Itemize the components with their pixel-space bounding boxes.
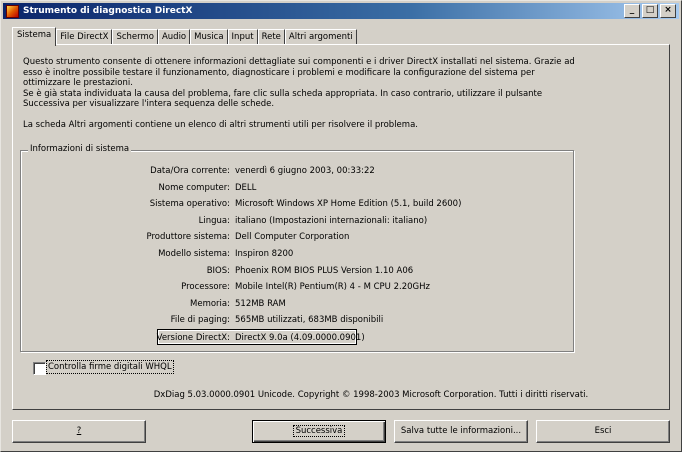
tab-altri-argomenti[interactable]: Altri argomenti <box>284 29 357 45</box>
tab-file-directx[interactable]: File DirectX <box>56 29 113 45</box>
whql-checkbox-label[interactable]: Controlla firme digitali WHQL <box>46 360 174 374</box>
next-button[interactable]: Successiva <box>252 420 386 443</box>
close-button[interactable]: × <box>660 4 676 18</box>
info-value: italiano (Impostazioni internazionali: i… <box>235 215 428 226</box>
info-value: Phoenix ROM BIOS PLUS Version 1.10 A06 <box>235 265 414 276</box>
intro-paragraph-3: La scheda Altri argomenti contiene un el… <box>23 119 418 130</box>
info-row: Processore: Mobile Intel(R) Pentium(R) 4… <box>0 281 682 293</box>
info-label: Produttore sistema: <box>146 232 230 243</box>
info-value: Mobile Intel(R) Pentium(R) 4 - M CPU 2.2… <box>235 282 430 293</box>
help-button[interactable]: ? <box>12 420 146 443</box>
info-label: Modello sistema: <box>158 249 230 259</box>
info-label: Lingua: <box>198 215 230 226</box>
save-all-button[interactable]: Salva tutte le informazioni... <box>394 420 528 443</box>
info-value: 512MB RAM <box>235 298 286 309</box>
info-value: venerdì 6 giugno 2003, 00:33:22 <box>235 166 375 176</box>
info-label: File di paging: <box>170 315 230 326</box>
system-info-group-label: Informazioni di sistema <box>28 144 132 154</box>
intro-paragraph-2: Se è già stata individuata la causa del … <box>23 88 543 110</box>
info-row: Memoria: 512MB RAM <box>0 298 682 310</box>
info-row: Modello sistema: Inspiron 8200 <box>0 248 682 260</box>
directx-icon <box>6 4 19 18</box>
info-label: Processore: <box>181 282 230 293</box>
title-bar[interactable]: Strumento di diagnostica DirectX _ □ × <box>3 3 679 19</box>
info-label: Data/Ora corrente: <box>150 166 230 176</box>
info-row-directx-version: Versione DirectX: DirectX 9.0a (4.09.000… <box>0 329 682 345</box>
intro-paragraph-1: Questo strumento consente di ottenere in… <box>23 57 575 88</box>
info-value: Dell Computer Corporation <box>235 232 350 243</box>
info-label: Memoria: <box>190 298 230 309</box>
info-label: Sistema operativo: <box>149 199 230 210</box>
tab-strip: Sistema File DirectX Schermo Audio Music… <box>12 27 357 46</box>
window-title: Strumento di diagnostica DirectX <box>23 6 193 16</box>
info-value: 565MB utilizzati, 683MB disponibili <box>235 315 384 326</box>
intro-text: Questo strumento consente di ottenere in… <box>23 57 583 130</box>
tab-schermo[interactable]: Schermo <box>112 29 158 45</box>
tab-rete[interactable]: Rete <box>257 29 285 45</box>
tab-sistema[interactable]: Sistema <box>12 27 57 46</box>
whql-checkbox[interactable] <box>33 362 46 375</box>
info-label: Versione DirectX: <box>156 333 230 343</box>
info-row: Data/Ora corrente: venerdì 6 giugno 2003… <box>0 165 682 177</box>
info-value: Inspiron 8200 <box>235 249 294 259</box>
tab-audio[interactable]: Audio <box>157 29 191 45</box>
info-row: Lingua: italiano (Impostazioni internazi… <box>0 215 682 227</box>
info-value: Microsoft Windows XP Home Edition (5.1, … <box>235 199 462 210</box>
maximize-button[interactable]: □ <box>642 4 658 18</box>
info-row: File di paging: 565MB utilizzati, 683MB … <box>0 314 682 326</box>
info-value: DELL <box>235 182 257 193</box>
info-row: BIOS: Phoenix ROM BIOS PLUS Version 1.10… <box>0 265 682 277</box>
info-row: Sistema operativo: Microsoft Windows XP … <box>0 198 682 210</box>
info-row: Nome computer: DELL <box>0 182 682 194</box>
info-value: DirectX 9.0a (4.09.0000.0901) <box>235 333 365 343</box>
exit-button[interactable]: Esci <box>536 420 670 443</box>
minimize-button[interactable]: _ <box>624 4 640 18</box>
info-label: BIOS: <box>206 265 230 276</box>
tab-input[interactable]: Input <box>227 29 258 45</box>
copyright-text: DxDiag 5.03.0000.0901 Unicode. Copyright… <box>153 390 589 400</box>
help-button-label: ? <box>76 426 82 436</box>
next-button-label: Successiva <box>292 425 346 437</box>
info-label: Nome computer: <box>158 182 230 193</box>
info-row: Produttore sistema: Dell Computer Corpor… <box>0 231 682 243</box>
tab-musica[interactable]: Musica <box>190 29 228 45</box>
